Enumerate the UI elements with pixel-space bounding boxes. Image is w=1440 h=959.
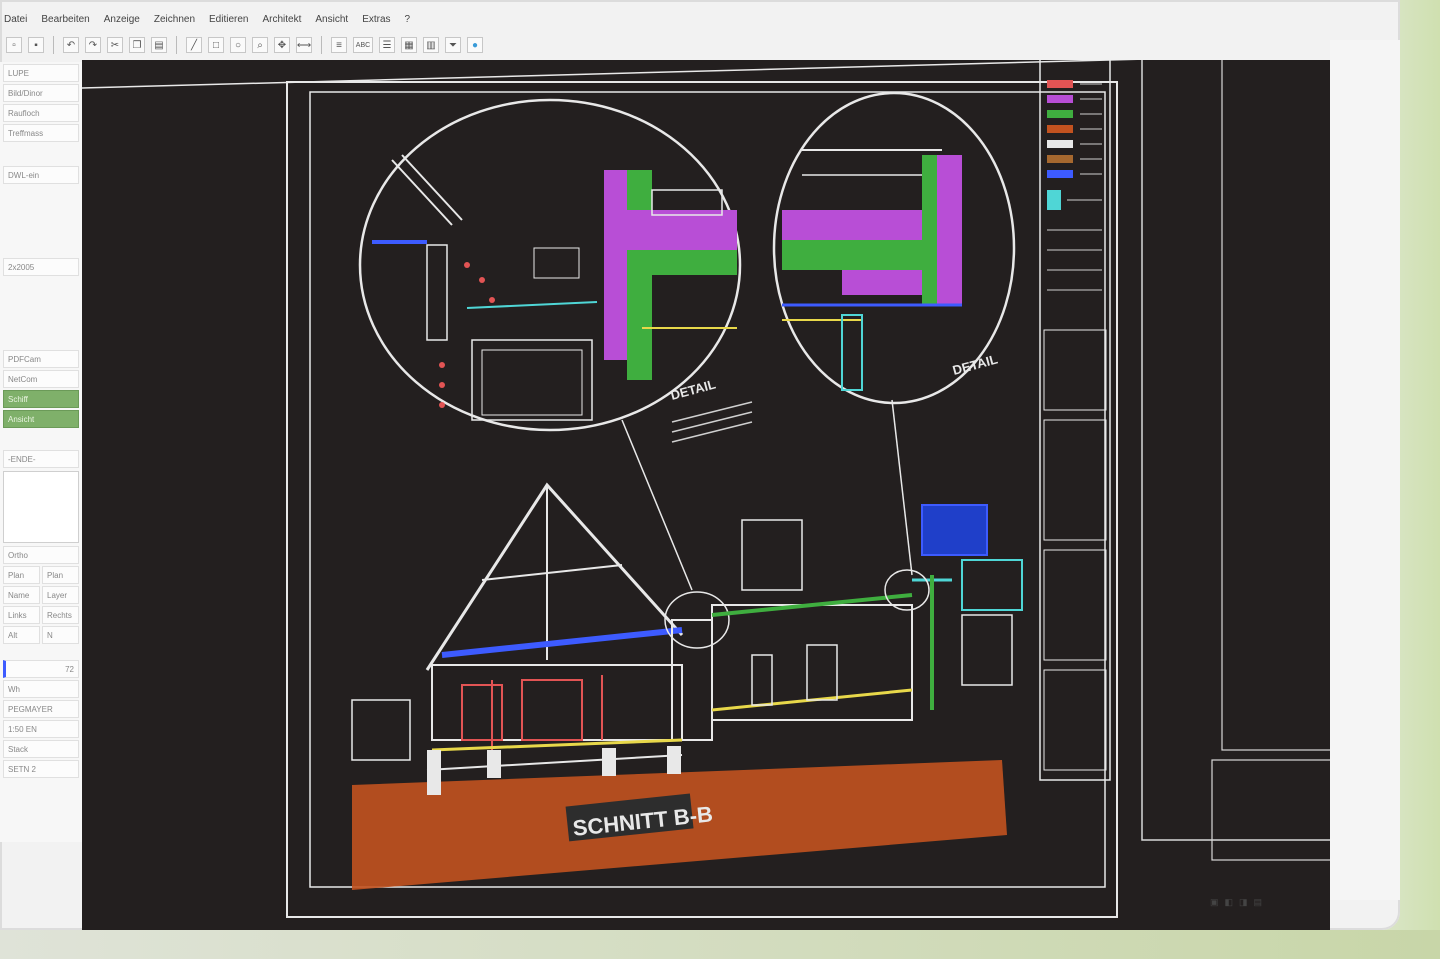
menu-datei[interactable]: Datei [4,14,27,25]
titleblock-box-2 [1043,419,1107,541]
list-icon[interactable]: ☰ [379,37,395,53]
leader-line-1 [621,419,693,591]
grid-item[interactable]: Name [3,586,40,604]
pan-icon[interactable]: ✥ [274,37,290,53]
menu-ansicht[interactable]: Ansicht [315,14,348,25]
preview-box [3,471,79,543]
tool-setn[interactable]: SETN 2 [3,760,79,778]
titleblock-box-4 [1043,669,1107,771]
grid-item[interactable]: N [42,626,79,644]
desk-background [0,930,1440,959]
detail-note-1 [671,401,753,443]
tool-ansicht[interactable]: Ansicht [3,410,79,428]
drawing-canvas[interactable]: DETAIL DETAIL SCHNITT B-B [82,60,1330,932]
sheet-top-edge [82,60,1138,89]
redo-icon[interactable]: ↷ [85,37,101,53]
tool-lupe[interactable]: LUPE [3,64,79,82]
menu-zeichnen[interactable]: Zeichnen [154,14,195,25]
section-ende: -ENDE- [3,450,79,468]
table-icon[interactable]: ▥ [423,37,439,53]
grid-item[interactable]: Links [3,606,40,624]
cad-drawing: DETAIL DETAIL SCHNITT B-B [82,60,1330,918]
neighbor-sheet-inner [1221,60,1330,751]
legend-swatches [1047,80,1073,210]
status-icon[interactable]: ▣ [1210,897,1219,908]
red-wall [461,675,603,750]
status-bar: ▣ ◧ ◨ ▤ [1210,888,1390,916]
tool-pdfcam[interactable]: PDFCam [3,350,79,368]
left-tool-panel: LUPE Bild/Dinor Raufloch Treffmass DWL-e… [0,62,83,842]
menu-architekt[interactable]: Architekt [262,14,301,25]
grid-icon[interactable]: ▦ [401,37,417,53]
tool-2x2005[interactable]: 2x2005 [3,258,79,276]
neighbor-titleblock [1211,759,1330,861]
titleblock-box-3 [1043,549,1107,661]
zoom-icon[interactable]: ⌕ [252,37,268,53]
annotation-box-3 [351,699,411,761]
circle-tool-icon[interactable]: ○ [230,37,246,53]
globe-icon[interactable]: ● [467,37,483,53]
tool-netcom[interactable]: NetCom [3,370,79,388]
tool-dwl[interactable]: DWL-ein [3,166,79,184]
annotation-box-2 [961,614,1013,686]
grid-item[interactable]: Plan [3,566,40,584]
right-side-panel [1330,40,1400,900]
grid-item[interactable]: Rechts [42,606,79,624]
sub-header-ortho: Ortho [3,546,79,564]
status-icon[interactable]: ◧ [1225,897,1234,908]
detail-circle-1 [358,98,742,432]
menu-help[interactable]: ? [405,14,411,25]
grid-item[interactable]: Layer [42,586,79,604]
annotation-box-1 [741,519,803,591]
status-icon[interactable]: ▤ [1254,897,1263,908]
toolbar: ▫ ▪ ↶ ↷ ✂ ❐ ▤ ╱ □ ○ ⌕ ✥ ⟷ ≡ ABC ☰ ▦ ▥ ⏷ … [0,32,1326,58]
tool-bild[interactable]: Bild/Dinor [3,84,79,102]
new-file-icon[interactable]: ▫ [6,37,22,53]
wh-label: Wh [3,680,79,698]
copy-icon[interactable]: ❐ [129,37,145,53]
menu-bearbeiten[interactable]: Bearbeiten [41,14,89,25]
leader-line-2 [891,399,913,576]
filter-icon[interactable]: ⏷ [445,37,461,53]
annotation-box-blue [921,504,988,556]
tool-stack[interactable]: Stack [3,740,79,758]
menu-editieren[interactable]: Editieren [209,14,248,25]
property-grid: Plan Plan Name Layer Links Rechts Alt N [3,566,79,644]
toolbar-divider [53,36,54,54]
tool-treffmass[interactable]: Treffmass [3,124,79,142]
toolbar-divider [176,36,177,54]
grid-item[interactable]: Plan [42,566,79,584]
rect-tool-icon[interactable]: □ [208,37,224,53]
save-icon[interactable]: ▪ [28,37,44,53]
tool-scale[interactable]: 1:50 EN [3,720,79,738]
tool-pegmayer[interactable]: PEGMAYER [3,700,79,718]
tool-schiff[interactable]: Schiff [3,390,79,408]
cut-icon[interactable]: ✂ [107,37,123,53]
layer-icon[interactable]: ≡ [331,37,347,53]
grid-item[interactable]: Alt [3,626,40,644]
line-tool-icon[interactable]: ╱ [186,37,202,53]
tool-raufloch[interactable]: Raufloch [3,104,79,122]
menu-anzeige[interactable]: Anzeige [104,14,140,25]
annotation-box-cyan [961,559,1023,611]
text-tool-icon[interactable]: ABC [353,37,373,53]
menu-bar: Datei Bearbeiten Anzeige Zeichnen Editie… [0,8,1184,30]
paste-icon[interactable]: ▤ [151,37,167,53]
toolbar-divider [321,36,322,54]
status-icon[interactable]: ◨ [1239,897,1248,908]
value-field[interactable]: 72 [3,660,79,678]
neighbor-sheet [1141,60,1330,841]
titleblock-box-1 [1043,329,1107,411]
measure-icon[interactable]: ⟷ [296,37,312,53]
menu-extras[interactable]: Extras [362,14,390,25]
undo-icon[interactable]: ↶ [63,37,79,53]
